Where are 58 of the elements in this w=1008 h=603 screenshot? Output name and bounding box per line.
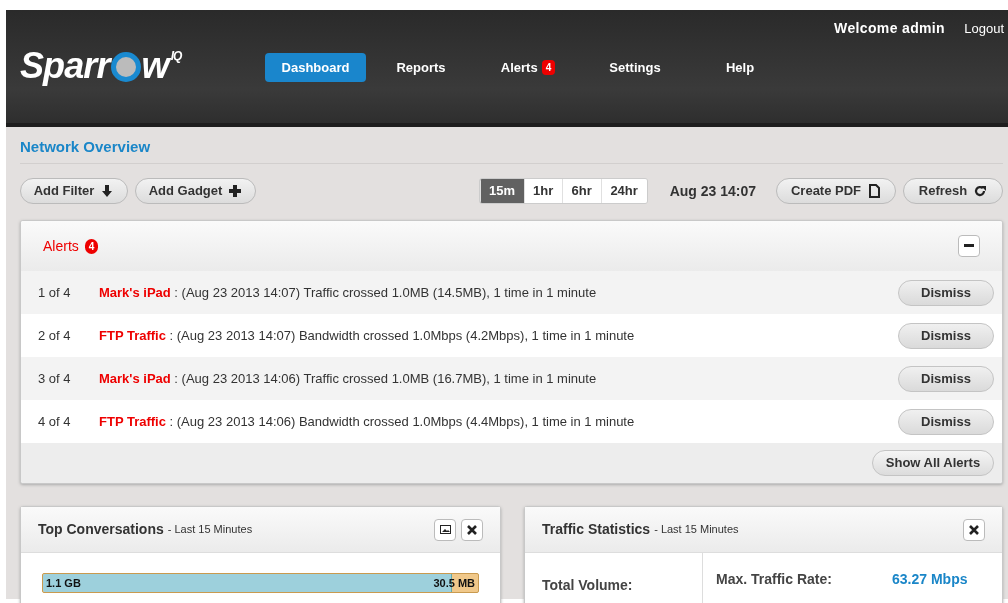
bar-label: 1.1 GB	[46, 576, 81, 591]
dismiss-button[interactable]: Dismiss	[898, 322, 994, 349]
toolbar-button[interactable]: Add Filter	[20, 178, 128, 204]
alert-message: Mark's iPad : (Aug 23 2013 14:07) Traffic crossed 1.0MB (14.5MB), 1 time in 1 minute	[99, 283, 598, 302]
alert-index: 4 of 4	[38, 412, 72, 431]
image-icon	[439, 525, 451, 534]
nav-tab[interactable]: Dashboard	[265, 53, 366, 82]
nav-tab[interactable]: Help	[690, 53, 790, 82]
panel-title: Traffic Statistics	[542, 520, 651, 539]
welcome-text: Welcome admin	[834, 19, 945, 38]
arrow-down-icon	[100, 184, 115, 198]
alert-index: 1 of 4	[38, 283, 72, 302]
stat-label: Total Volume:	[542, 577, 633, 593]
alert-index: 2 of 4	[38, 326, 72, 345]
panel-subtitle: - Last 15 Minutes	[654, 522, 739, 538]
refresh-icon	[973, 184, 988, 198]
stat-value: 63.27 Mbps	[892, 570, 968, 589]
document-icon	[867, 184, 882, 198]
range-tab[interactable]: 24hr	[600, 179, 647, 203]
alert-source-link[interactable]: Mark's iPad	[99, 370, 171, 386]
panel-title: Alerts	[43, 236, 79, 256]
image-button[interactable]	[434, 518, 456, 541]
close-button[interactable]	[963, 518, 985, 541]
alert-source-link[interactable]: Mark's iPad	[99, 284, 171, 300]
bar-label: 30.5 MB	[433, 576, 475, 591]
stat-label: Max. Traffic Rate:	[716, 570, 833, 589]
show-all-alerts-button[interactable]: Show All Alerts	[872, 450, 994, 476]
count-badge: 4	[84, 238, 99, 254]
collapse-button[interactable]	[958, 235, 980, 257]
dismiss-button[interactable]: Dismiss	[898, 408, 994, 435]
range-tab[interactable]: 1hr	[523, 179, 562, 203]
panel-subtitle: - Last 15 Minutes	[167, 522, 253, 538]
range-tab[interactable]: 6hr	[561, 179, 601, 203]
panel-title: Top Conversations	[38, 520, 164, 539]
nav-tab[interactable]: Reports	[369, 53, 473, 82]
close-icon	[467, 524, 477, 535]
alert-message: FTP Traffic : (Aug 23 2013 14:07) Bandwidth crossed 1.0Mbps (4.2Mbps), 1 time in 1 minute	[99, 326, 636, 345]
alert-source-link[interactable]: FTP Traffic	[99, 413, 166, 429]
toolbar-button[interactable]: Create PDF	[776, 178, 896, 204]
timestamp: Aug 23 14:07	[669, 181, 756, 201]
close-button[interactable]	[461, 518, 483, 541]
page-title: Network Overview	[20, 137, 152, 157]
toolbar-button[interactable]: Add Gadget	[135, 178, 256, 204]
plus-icon	[228, 184, 243, 198]
alert-message: Mark's iPad : (Aug 23 2013 14:06) Traffic crossed 1.0MB (16.7MB), 1 time in 1 minute	[99, 369, 598, 388]
alert-source-link[interactable]: FTP Traffic	[99, 327, 166, 343]
toolbar-button[interactable]: Refresh	[903, 178, 1003, 204]
nav-tab[interactable]: Alerts 4	[476, 53, 580, 82]
alert-message: FTP Traffic : (Aug 23 2013 14:06) Bandwidth crossed 1.0Mbps (4.4Mbps), 1 time in 1 minute	[99, 412, 636, 431]
dismiss-button[interactable]: Dismiss	[898, 279, 994, 306]
close-icon	[969, 524, 979, 535]
minus-icon	[964, 244, 974, 248]
count-badge: 4	[541, 60, 556, 75]
nav-tab[interactable]: Settings	[583, 53, 687, 82]
range-tab[interactable]: 15m	[479, 179, 524, 203]
alert-index: 3 of 4	[38, 369, 72, 388]
dismiss-button[interactable]: Dismiss	[898, 365, 994, 392]
logout-link[interactable]: Logout	[964, 19, 1004, 39]
